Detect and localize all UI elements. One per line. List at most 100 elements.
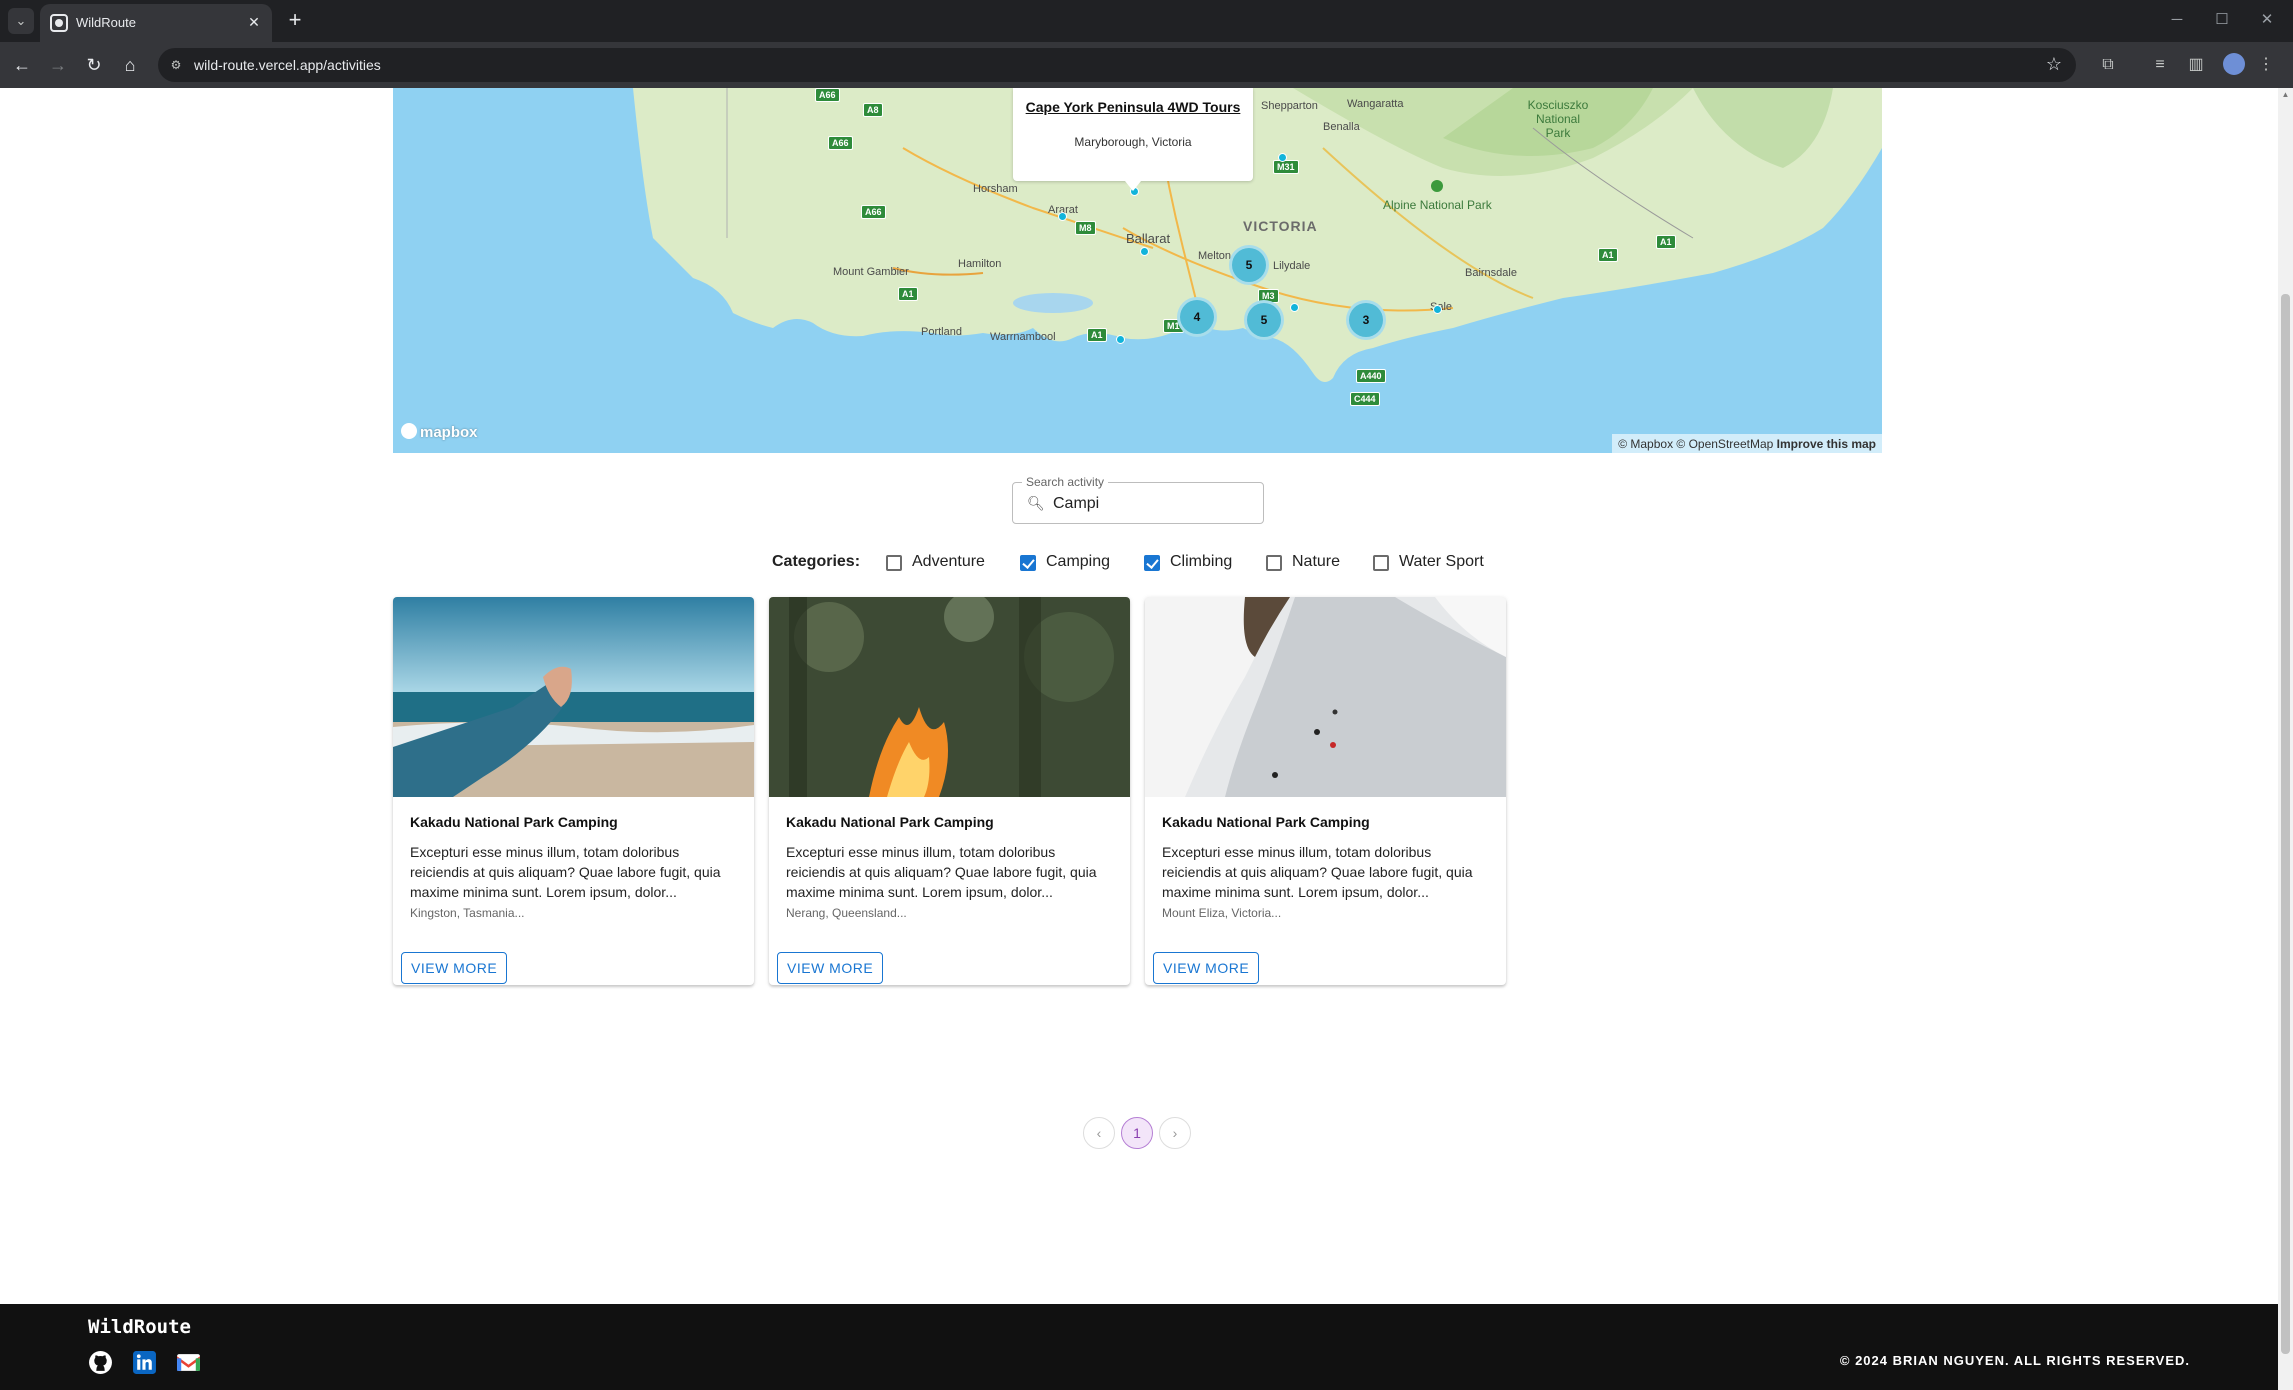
back-icon[interactable]: ← [8, 51, 36, 79]
activity-marker[interactable] [1433, 305, 1442, 314]
footer-copyright: © 2024 BRIAN NGUYEN. ALL RIGHTS RESERVED… [1839, 1353, 2190, 1368]
browser-toolbar: ← → ↻ ⌂ ⚙ wild-route.vercel.app/activiti… [0, 42, 2293, 88]
popup-tip [1125, 181, 1141, 191]
category-checkbox[interactable] [1020, 555, 1036, 571]
activity-image-campfire[interactable] [769, 597, 1130, 797]
bookmark-star-icon[interactable]: ☆ [2046, 54, 2062, 75]
activity-marker[interactable] [1116, 335, 1125, 344]
linkedin-icon[interactable] [132, 1350, 157, 1375]
mapbox-logo[interactable]: mapbox [401, 423, 478, 441]
forward-icon[interactable]: → [44, 51, 72, 79]
card-location: Mount Eliza, Victoria... [1162, 906, 1282, 920]
map-state-label: VICTORIA [1243, 218, 1318, 234]
gmail-icon[interactable] [176, 1350, 201, 1375]
activity-marker[interactable] [1278, 153, 1287, 162]
road-shield: C444 [1350, 392, 1380, 406]
activity-marker[interactable] [1140, 247, 1149, 256]
page-1-button[interactable]: 1 [1121, 1117, 1153, 1149]
card-description: Excepturi esse minus illum, totam dolori… [410, 844, 721, 900]
popup-title-link[interactable]: Cape York Peninsula 4WD Tours [1013, 99, 1253, 115]
search-legend: Search activity [1022, 475, 1109, 489]
github-icon[interactable] [88, 1350, 113, 1375]
search-input[interactable] [1053, 493, 1253, 515]
map-cluster[interactable]: 4 [1177, 297, 1217, 337]
category-label: Nature [1292, 553, 1341, 570]
address-bar[interactable]: ⚙ wild-route.vercel.app/activities ☆ [158, 48, 2076, 82]
search-activity-field[interactable]: Search activity 🔍︎ [1012, 475, 1264, 524]
activity-card: Kakadu National Park Camping Excepturi e… [769, 597, 1130, 985]
improve-map-link[interactable]: Improve this map [1777, 437, 1876, 451]
attribution-text[interactable]: © Mapbox © OpenStreetMap [1618, 437, 1773, 451]
browser-menu-icon[interactable]: ⋮ [2254, 53, 2278, 77]
category-label: Camping [1046, 553, 1111, 570]
scrollbar-thumb[interactable] [2281, 294, 2290, 1354]
categories-label: Categories: [772, 553, 861, 570]
category-label: Adventure [912, 553, 985, 570]
activity-marker[interactable] [1290, 303, 1299, 312]
card-title: Kakadu National Park Camping [1162, 814, 1370, 830]
new-tab-button[interactable]: + [282, 8, 308, 34]
reload-icon[interactable]: ↻ [80, 51, 108, 79]
next-page-button[interactable]: › [1159, 1117, 1191, 1149]
map-place-label: Mount Gambier [833, 266, 909, 278]
card-location: Nerang, Queensland... [786, 906, 907, 920]
site-footer: WildRoute © 2024 BRIAN NGUYEN. ALL RIGHT… [0, 1304, 2278, 1390]
map-attribution: © Mapbox © OpenStreetMap Improve this ma… [1612, 434, 1882, 453]
map-place-label: Melton [1198, 250, 1232, 262]
mapbox-logo-icon [401, 423, 417, 439]
category-checkbox[interactable] [1144, 555, 1160, 571]
side-panel-icon[interactable]: ▥ [2184, 53, 2208, 77]
map-cluster[interactable]: 5 [1229, 245, 1269, 285]
scroll-up-arrow-icon[interactable]: ▲ [2281, 90, 2290, 99]
map-popup: Cape York Peninsula 4WD Tours Maryboroug… [1013, 88, 1253, 191]
activities-map[interactable]: VICTORIA Horsham Shepparton Wangaratta B… [393, 88, 1882, 453]
tab-search-button[interactable]: ⌄ [8, 8, 34, 34]
close-tab-icon[interactable]: ✕ [244, 12, 264, 32]
home-icon[interactable]: ⌂ [116, 51, 144, 79]
browser-tab[interactable]: WildRoute ✕ [40, 4, 272, 42]
card-title: Kakadu National Park Camping [410, 814, 618, 830]
map-cluster[interactable]: 3 [1346, 300, 1386, 340]
tab-title: WildRoute [76, 15, 136, 30]
map-cluster[interactable]: 5 [1244, 300, 1284, 340]
previous-page-button[interactable]: ‹ [1083, 1117, 1115, 1149]
map-place-label: Portland [921, 326, 962, 338]
road-shield: A1 [1656, 235, 1676, 249]
category-checkbox[interactable] [886, 555, 902, 571]
activity-image-snow[interactable] [1145, 597, 1506, 797]
map-place-label: Benalla [1323, 121, 1360, 133]
activity-image-beach[interactable] [393, 597, 754, 797]
media-controls-icon[interactable]: ≡ [2148, 53, 2172, 77]
maximize-window-icon[interactable]: ☐ [2202, 6, 2242, 34]
footer-brand: WildRoute [88, 1316, 191, 1338]
road-shield: A1 [1087, 328, 1107, 342]
activity-card: Kakadu National Park Camping Excepturi e… [393, 597, 754, 985]
map-place-label: Lilydale [1273, 260, 1311, 272]
page-scrollbar[interactable]: ▲ [2278, 88, 2293, 1390]
url-text[interactable]: wild-route.vercel.app/activities [194, 57, 381, 73]
map-place-label: Wangaratta [1347, 98, 1404, 110]
profile-avatar[interactable] [2223, 53, 2245, 75]
map-park-label: Kosciuszko National Park [1527, 98, 1589, 140]
card-location: Kingston, Tasmania... [410, 906, 525, 920]
road-shield: M8 [1075, 221, 1096, 235]
view-more-button[interactable]: VIEW MORE [777, 952, 884, 984]
activity-marker[interactable] [1058, 212, 1067, 221]
activity-card: Kakadu National Park Camping Excepturi e… [1145, 597, 1506, 985]
map-place-label: Bairnsdale [1465, 267, 1517, 279]
extensions-icon[interactable]: ⧉ [2096, 53, 2120, 77]
park-marker-icon [1431, 180, 1443, 192]
category-checkbox[interactable] [1373, 555, 1389, 571]
category-checkbox[interactable] [1266, 555, 1282, 571]
view-more-button[interactable]: VIEW MORE [1153, 952, 1260, 984]
site-favicon-icon [50, 14, 68, 32]
search-icon: 🔍︎ [1027, 495, 1045, 511]
close-window-icon[interactable]: ✕ [2247, 6, 2287, 34]
page-viewport: VICTORIA Horsham Shepparton Wangaratta B… [0, 88, 2293, 1390]
minimize-window-icon[interactable]: ─ [2157, 6, 2197, 34]
view-more-button[interactable]: VIEW MORE [401, 952, 508, 984]
road-shield: A66 [828, 136, 853, 150]
map-park-label: Alpine National Park [1383, 198, 1492, 212]
site-info-icon[interactable]: ⚙ [168, 57, 184, 73]
card-title: Kakadu National Park Camping [786, 814, 994, 830]
